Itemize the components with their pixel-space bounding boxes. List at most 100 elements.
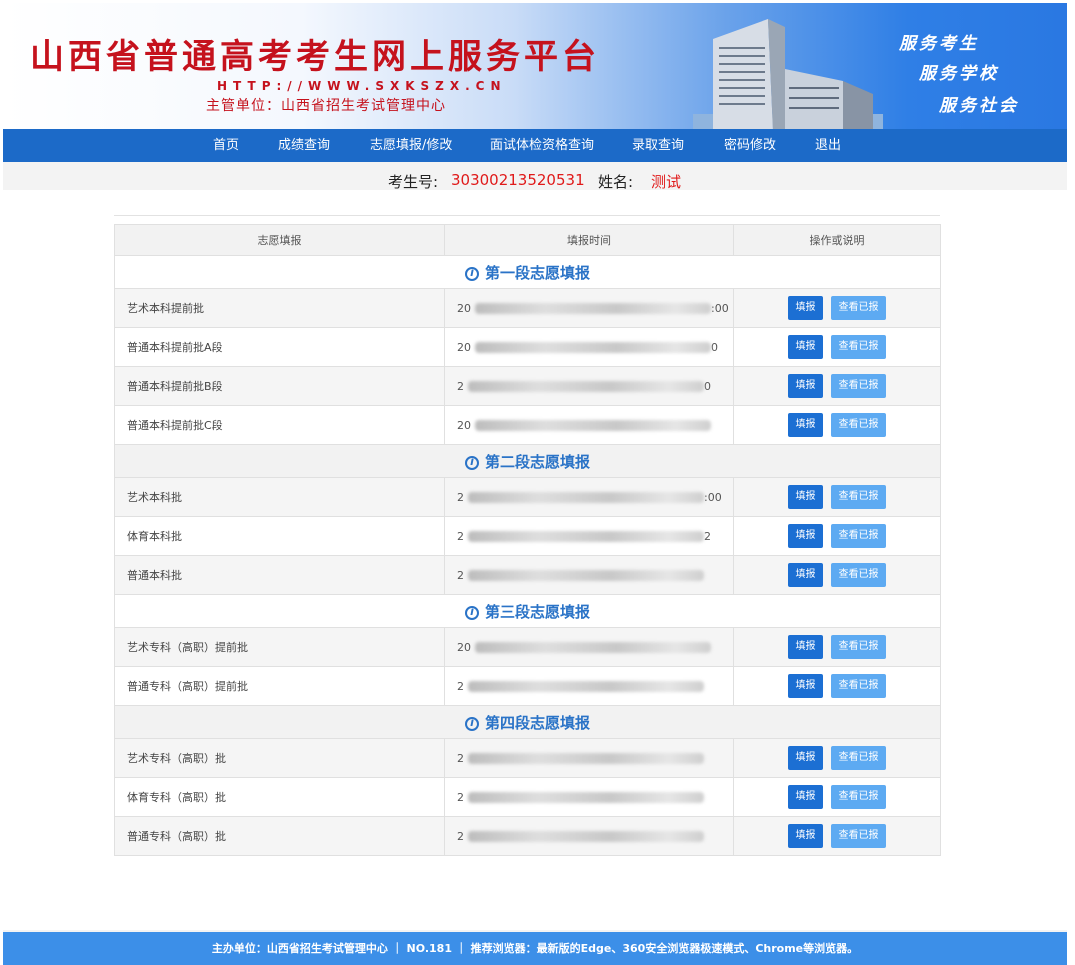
nav-item-scores[interactable]: 成绩查询: [278, 129, 330, 162]
view-submitted-button[interactable]: 查看已报: [831, 524, 886, 548]
site-footer: 主办单位：山西省招生考试管理中心 ｜ NO.181 ｜ 推荐浏览器：最新版的Ed…: [3, 932, 1067, 965]
fill-button[interactable]: 填报: [788, 635, 823, 659]
time-cell: 2: [444, 666, 734, 706]
fill-button[interactable]: 填报: [788, 785, 823, 809]
section-row: 第一段志愿填报: [114, 255, 941, 289]
redacted-time: [468, 681, 704, 692]
nav-item-admission[interactable]: 录取查询: [632, 129, 684, 162]
header-application: 志愿填报: [114, 224, 445, 256]
fill-button[interactable]: 填报: [788, 746, 823, 770]
site-banner: 山西省普通高考考生网上服务平台 HTTP://WWW.SXKSZX.CN 主管单…: [3, 3, 1067, 129]
table-row: 艺术专科（高职）提前批 20 填报 查看已报: [114, 627, 941, 667]
redacted-time: [468, 381, 704, 392]
view-submitted-button[interactable]: 查看已报: [831, 485, 886, 509]
redacted-time: [468, 492, 704, 503]
actions-cell: 填报 查看已报: [733, 288, 941, 328]
table-row: 普通本科提前批B段 2 0 填报 查看已报: [114, 366, 941, 406]
view-submitted-button[interactable]: 查看已报: [831, 635, 886, 659]
table-row: 普通本科提前批A段 20 0 填报 查看已报: [114, 327, 941, 367]
view-submitted-button[interactable]: 查看已报: [831, 746, 886, 770]
fill-button[interactable]: 填报: [788, 524, 823, 548]
info-icon: [464, 716, 479, 731]
view-submitted-button[interactable]: 查看已报: [831, 563, 886, 587]
actions-cell: 填报 查看已报: [733, 516, 941, 556]
view-submitted-button[interactable]: 查看已报: [831, 674, 886, 698]
time-cell: 20: [444, 366, 734, 406]
view-submitted-button[interactable]: 查看已报: [831, 413, 886, 437]
info-icon: [464, 266, 479, 281]
time-start: 2: [457, 829, 464, 843]
fill-button[interactable]: 填报: [788, 413, 823, 437]
batch-name: 艺术本科批: [114, 477, 445, 517]
table-row: 普通本科批 2 填报 查看已报: [114, 555, 941, 595]
time-start: 2: [457, 679, 464, 693]
student-name-label: 姓名:: [598, 173, 634, 191]
table-row: 普通专科（高职）批 2 填报 查看已报: [114, 816, 941, 856]
section-row: 第四段志愿填报: [114, 705, 941, 739]
time-cell: 20:00: [444, 288, 734, 328]
redacted-time: [468, 792, 704, 803]
time-start: 20: [457, 418, 471, 432]
time-end: :00: [704, 490, 722, 504]
batch-name: 普通专科（高职）提前批: [114, 666, 445, 706]
view-submitted-button[interactable]: 查看已报: [831, 296, 886, 320]
nav-item-interview-check[interactable]: 面试体检资格查询: [490, 129, 594, 162]
fill-button[interactable]: 填报: [788, 674, 823, 698]
time-cell: 2: [444, 738, 734, 778]
time-cell: 22: [444, 516, 734, 556]
actions-cell: 填报 查看已报: [733, 816, 941, 856]
batch-name: 普通本科提前批B段: [114, 366, 445, 406]
time-end: 0: [711, 340, 718, 354]
batch-name: 艺术专科（高职）提前批: [114, 627, 445, 667]
time-cell: 20: [444, 405, 734, 445]
redacted-time: [468, 831, 704, 842]
time-start: 2: [457, 751, 464, 765]
fill-button[interactable]: 填报: [788, 563, 823, 587]
site-url: HTTP://WWW.SXKSZX.CN: [217, 79, 507, 93]
time-cell: 20: [444, 627, 734, 667]
slogan-1: 服务考生: [899, 34, 979, 54]
batch-name: 普通专科（高职）批: [114, 816, 445, 856]
nav-item-logout[interactable]: 退出: [815, 129, 841, 162]
section-title-cell: 第四段志愿填报: [114, 705, 941, 739]
time-start: 20: [457, 340, 471, 354]
fill-button[interactable]: 填报: [788, 296, 823, 320]
site-dept: 主管单位：山西省招生考试管理中心: [206, 98, 446, 114]
time-start: 20: [457, 640, 471, 654]
table-row: 艺术本科批 2:00 填报 查看已报: [114, 477, 941, 517]
time-start: 2: [457, 568, 464, 582]
table-row: 普通专科（高职）提前批 2 填报 查看已报: [114, 666, 941, 706]
time-start: 2: [457, 379, 464, 393]
fill-button[interactable]: 填报: [788, 824, 823, 848]
actions-cell: 填报 查看已报: [733, 366, 941, 406]
time-start: 2: [457, 529, 464, 543]
fill-button[interactable]: 填报: [788, 374, 823, 398]
view-submitted-button[interactable]: 查看已报: [831, 335, 886, 359]
redacted-time: [475, 420, 711, 431]
time-end: 2: [704, 529, 711, 543]
nav-item-password[interactable]: 密码修改: [724, 129, 776, 162]
batch-name: 普通本科批: [114, 555, 445, 595]
content-divider: [114, 215, 940, 216]
site-title: 山西省普通高考考生网上服务平台: [30, 37, 600, 77]
table-row: 体育专科（高职）批 2 填报 查看已报: [114, 777, 941, 817]
actions-cell: 填报 查看已报: [733, 777, 941, 817]
application-table: 志愿填报 填报时间 操作或说明 第一段志愿填报艺术本科提前批20:00填报查看已…: [114, 224, 941, 856]
redacted-time: [468, 570, 704, 581]
fill-button[interactable]: 填报: [788, 485, 823, 509]
time-start: 20: [457, 301, 471, 315]
student-name-value: 测试: [651, 173, 682, 191]
view-submitted-button[interactable]: 查看已报: [831, 785, 886, 809]
batch-name: 艺术本科提前批: [114, 288, 445, 328]
view-submitted-button[interactable]: 查看已报: [831, 824, 886, 848]
student-info: 考生号: 30300213520531 姓名: 测试: [3, 162, 1067, 191]
section-title-cell: 第二段志愿填报: [114, 444, 941, 478]
view-submitted-button[interactable]: 查看已报: [831, 374, 886, 398]
nav-item-home[interactable]: 首页: [213, 129, 239, 162]
fill-button[interactable]: 填报: [788, 335, 823, 359]
batch-name: 普通本科提前批C段: [114, 405, 445, 445]
nav-item-application[interactable]: 志愿填报/修改: [370, 129, 452, 162]
actions-cell: 填报 查看已报: [733, 666, 941, 706]
building-image: [693, 19, 883, 129]
table-row: 普通本科提前批C段 20 填报 查看已报: [114, 405, 941, 445]
